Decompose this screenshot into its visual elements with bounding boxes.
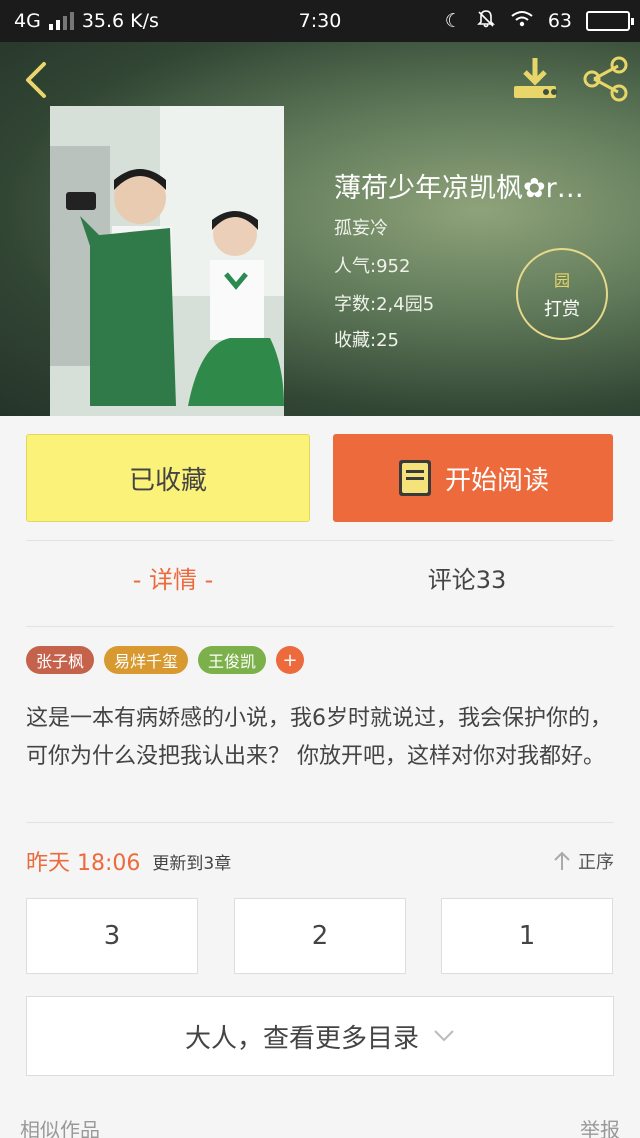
start-reading-button[interactable]: 开始阅读 [333, 434, 613, 522]
clock: 7:30 [298, 10, 342, 32]
add-tag-button[interactable]: + [276, 646, 305, 674]
start-reading-label: 开始阅读 [444, 465, 549, 496]
share-icon [583, 56, 628, 102]
reward-label: 打赏 [544, 299, 580, 320]
update-time: 昨天 18:06 [26, 851, 141, 876]
popularity: 人气:952 [334, 256, 411, 277]
battery-icon [586, 11, 634, 31]
word-count: 字数:2,4园5 [334, 294, 435, 315]
arrow-up-icon [554, 851, 570, 870]
mute-bell-icon [476, 9, 496, 34]
view-more-chapters-button[interactable]: 大人，查看更多目录 [26, 996, 614, 1076]
collected-label: 已收藏 [128, 465, 207, 496]
book-cover[interactable] [50, 106, 284, 416]
chapter-number: 1 [518, 921, 536, 951]
status-bar: 4G 35.6 K/s 7:30 ☾ 63 [0, 0, 640, 42]
tab-detail[interactable]: - 详情 - [26, 560, 320, 595]
back-arrow-icon [26, 62, 46, 98]
author-name[interactable]: 孤妄冷 [334, 214, 388, 240]
chapter-item[interactable]: 1 [441, 898, 613, 974]
chapter-item[interactable]: 3 [26, 898, 198, 974]
divider [26, 540, 614, 541]
battery-level: 63 [547, 10, 572, 32]
tab-comment[interactable]: 评论33 [320, 560, 614, 595]
download-icon [514, 58, 557, 98]
share-button[interactable] [580, 54, 630, 104]
update-info: 昨天 18:06 更新到3章 正序 [26, 846, 614, 876]
update-count: 更新到3章 [152, 853, 232, 874]
reward-icon: 园 [553, 271, 570, 290]
book-title: 薄荷少年凉凯枫✿r… [334, 173, 584, 204]
sort-label: 正序 [578, 852, 614, 873]
view-more-label: 大人，查看更多目录 [184, 1023, 419, 1054]
favorites-count: 收藏:25 [334, 330, 399, 351]
book-header: 薄荷少年凉凯枫✿r… 孤妄冷 人气:952 字数:2,4园5 收藏:25 园 打… [0, 42, 640, 416]
divider [26, 822, 614, 823]
cover-image [50, 106, 284, 416]
book-description: 这是一本有病娇感的小说，我6岁时就说过，我会保护你的，可你为什么没把我认出来？ … [26, 706, 612, 769]
tag[interactable]: 张子枫 [26, 646, 95, 674]
chapter-number: 2 [311, 921, 329, 951]
chapter-item[interactable]: 2 [234, 898, 406, 974]
tag[interactable]: 易烊千玺 [104, 646, 189, 674]
download-button[interactable] [510, 54, 560, 104]
chapter-number: 3 [103, 921, 121, 951]
similar-works-heading: 相似作品 [20, 1118, 100, 1138]
wifi-icon [510, 10, 534, 33]
divider [26, 626, 614, 627]
collected-button[interactable]: 已收藏 [26, 434, 310, 522]
sort-button[interactable]: 正序 [552, 848, 614, 874]
report-link[interactable]: 举报 [580, 1114, 620, 1138]
tag-list: 张子枫 易烊千玺 王俊凯 + [26, 646, 305, 674]
book-icon [398, 460, 431, 496]
moon-icon: ☾ [444, 10, 462, 32]
tag[interactable]: 王俊凯 [198, 646, 267, 674]
chevron-down-icon [434, 1030, 454, 1042]
reward-button[interactable]: 园 打赏 [516, 248, 608, 340]
back-button[interactable] [18, 58, 54, 102]
